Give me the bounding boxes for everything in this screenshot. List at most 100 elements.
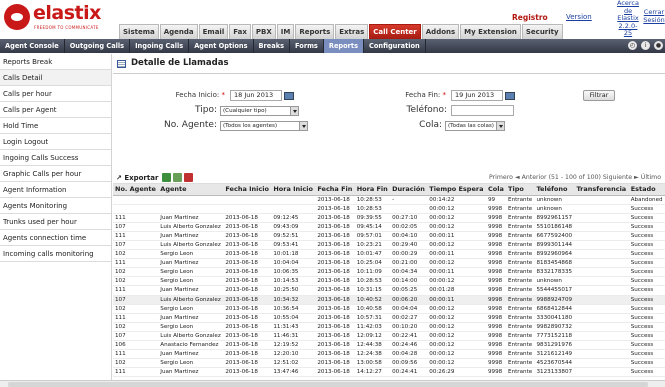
table-cell: [390, 204, 428, 214]
tab-fax[interactable]: Fax: [229, 24, 251, 39]
table-row: 111 Juan Martinez 2013-06-18 09:12:45 2013-0…: [113, 213, 665, 223]
excel-export-icon[interactable]: [162, 173, 171, 182]
tab-security[interactable]: Security: [521, 24, 563, 39]
filtrar-button[interactable]: Filtrar: [583, 90, 615, 101]
tab-pbx[interactable]: PBX: [251, 24, 276, 39]
table-cell: Entrante: [506, 276, 535, 287]
info-icon[interactable]: i: [641, 41, 650, 50]
table-cell: 9998: [486, 204, 507, 214]
table-cell: 00:04:04: [390, 304, 428, 314]
fecha-fin-input[interactable]: 19 Jun 2013: [451, 90, 503, 101]
version-link[interactable]: Version: [566, 13, 592, 21]
table-cell: [574, 240, 629, 251]
telefono-input[interactable]: [451, 105, 514, 116]
subtab-agent-console[interactable]: Agent Console: [0, 39, 65, 53]
tab-addons[interactable]: Addons: [421, 24, 460, 39]
table-cell: Entrante: [506, 304, 535, 314]
table-cell: 00:00:29: [390, 249, 428, 260]
table-cell: [223, 195, 272, 205]
tab-sistema[interactable]: Sistema: [119, 24, 159, 39]
subtab-reports[interactable]: Reports: [323, 39, 365, 53]
sidebar-item-agent-information[interactable]: Agent Information: [0, 182, 111, 198]
column-header[interactable]: Fecha Fin: [315, 184, 355, 196]
table-cell: Entrante: [506, 204, 535, 214]
table-cell: 2013-06-18: [223, 222, 272, 232]
sidebar-item-agents-monitoring[interactable]: Agents Monitoring: [0, 198, 111, 214]
subtab-outgoing-calls[interactable]: Outgoing Calls: [65, 39, 131, 53]
tab-call-center[interactable]: Call Center: [369, 24, 421, 39]
subtab-ingoing-calls[interactable]: Ingoing Calls: [130, 39, 190, 53]
about-link[interactable]: Acerca de Elastix 2.2.0-25: [617, 0, 639, 38]
sidebar-item-hold-time[interactable]: Hold Time: [0, 118, 111, 134]
horizontal-scrollbar[interactable]: [0, 380, 665, 387]
table-row: 107 Luis Alberto Gonzalez 2013-06-18 11:46:…: [113, 331, 665, 342]
table-cell: 3121612149: [534, 349, 575, 360]
logout-link[interactable]: Cerrar Sesión: [641, 8, 665, 24]
sidebar-item-calls-per-agent[interactable]: Calls per Agent: [0, 102, 111, 118]
cola-select[interactable]: (Todas las colas): [445, 121, 505, 131]
table-cell: 10:28:53: [354, 195, 391, 205]
pdf-export-icon[interactable]: [184, 173, 193, 182]
agente-select[interactable]: (Todos los agentes): [220, 121, 308, 131]
column-header[interactable]: Cola: [486, 184, 507, 196]
column-header[interactable]: Estado: [628, 184, 665, 196]
tipo-value: (Cualquier tipo): [223, 108, 267, 114]
column-header[interactable]: Teléfono: [534, 184, 575, 196]
sidebar-item-incoming-calls-monitoring[interactable]: Incoming calls monitoring: [0, 246, 111, 262]
subtab-configuration[interactable]: Configuration: [364, 39, 426, 53]
agente-value: (Todos los agentes): [223, 123, 278, 129]
table-cell: 2013-06-18: [315, 295, 355, 305]
sidebar-item-calls-per-hour[interactable]: Calls per hour: [0, 86, 111, 102]
column-header[interactable]: Duración: [390, 184, 428, 196]
sidebar-item-login-logout[interactable]: Login Logout: [0, 134, 111, 150]
sidebar-item-graphic-calls-per-hour[interactable]: Graphic Calls per hour: [0, 166, 111, 182]
sidebar-item-trunks-used-per-hour[interactable]: Trunks used per hour: [0, 214, 111, 230]
table-cell: Entrante: [506, 313, 535, 323]
calendar-icon[interactable]: [284, 92, 294, 100]
column-header[interactable]: Agente: [158, 184, 224, 196]
tab-extras[interactable]: Extras: [335, 24, 369, 39]
sidebar-item-calls-detail[interactable]: Calls Detail: [0, 70, 111, 86]
exportar-button[interactable]: ↗ Exportar: [116, 174, 158, 182]
fecha-inicio-input[interactable]: 18 Jun 2013: [230, 90, 282, 101]
table-cell: unknown: [534, 204, 575, 214]
sidebar-item-reports-break[interactable]: Reports Break: [0, 54, 111, 70]
table-cell: 2013-06-18: [315, 285, 355, 296]
column-header[interactable]: Hora Inicio: [271, 184, 316, 196]
column-header[interactable]: Tipo: [506, 184, 535, 196]
pagination[interactable]: Primero ◄ Anterior (51 - 100 of 100) Sig…: [489, 174, 661, 181]
table-cell: [574, 231, 629, 241]
registro-link[interactable]: Registro: [512, 13, 548, 22]
table-cell: [574, 249, 629, 260]
tab-agenda[interactable]: Agenda: [159, 24, 198, 39]
column-header[interactable]: Tiempo Espera: [427, 184, 486, 196]
column-header[interactable]: Hora Fin: [354, 184, 391, 196]
table-cell: 9998: [486, 276, 507, 287]
table-cell: 2013-06-18: [315, 249, 355, 260]
subtab-agent-options[interactable]: Agent Options: [189, 39, 254, 53]
tab-im[interactable]: IM: [276, 24, 295, 39]
subtab-forms[interactable]: Forms: [290, 39, 324, 53]
table-cell: Success: [628, 349, 665, 360]
calendar-icon[interactable]: [505, 92, 515, 100]
tipo-select[interactable]: (Cualquier tipo): [220, 106, 299, 116]
tab-email[interactable]: Email: [198, 24, 229, 39]
column-header[interactable]: Fecha Inicio: [223, 184, 272, 196]
history-icon[interactable]: ◴: [628, 41, 637, 50]
column-header[interactable]: Transferencia: [574, 184, 629, 196]
table-cell: 5510186148: [534, 222, 575, 232]
circle-icon[interactable]: ●: [654, 41, 663, 50]
tab-my-extension[interactable]: My Extension: [460, 24, 521, 39]
scrollbar-thumb[interactable]: [8, 382, 648, 387]
elastix-logo[interactable]: elastix FREEDOM TO COMMUNICATE: [2, 2, 114, 36]
column-header[interactable]: No. Agente: [113, 184, 159, 196]
sidebar-item-agents-connection-time[interactable]: Agents connection time: [0, 230, 111, 246]
sidebar-item-ingoing-calls-success[interactable]: Ingoing Calls Success: [0, 150, 111, 166]
subtab-breaks[interactable]: Breaks: [254, 39, 291, 53]
tab-reports[interactable]: Reports: [295, 24, 335, 39]
csv-export-icon[interactable]: [173, 173, 182, 182]
table-cell: [574, 340, 629, 351]
table-cell: 10:28:53: [354, 276, 391, 287]
table-cell: 09:39:55: [354, 213, 391, 223]
table-cell: Sergio Leon: [158, 358, 224, 369]
